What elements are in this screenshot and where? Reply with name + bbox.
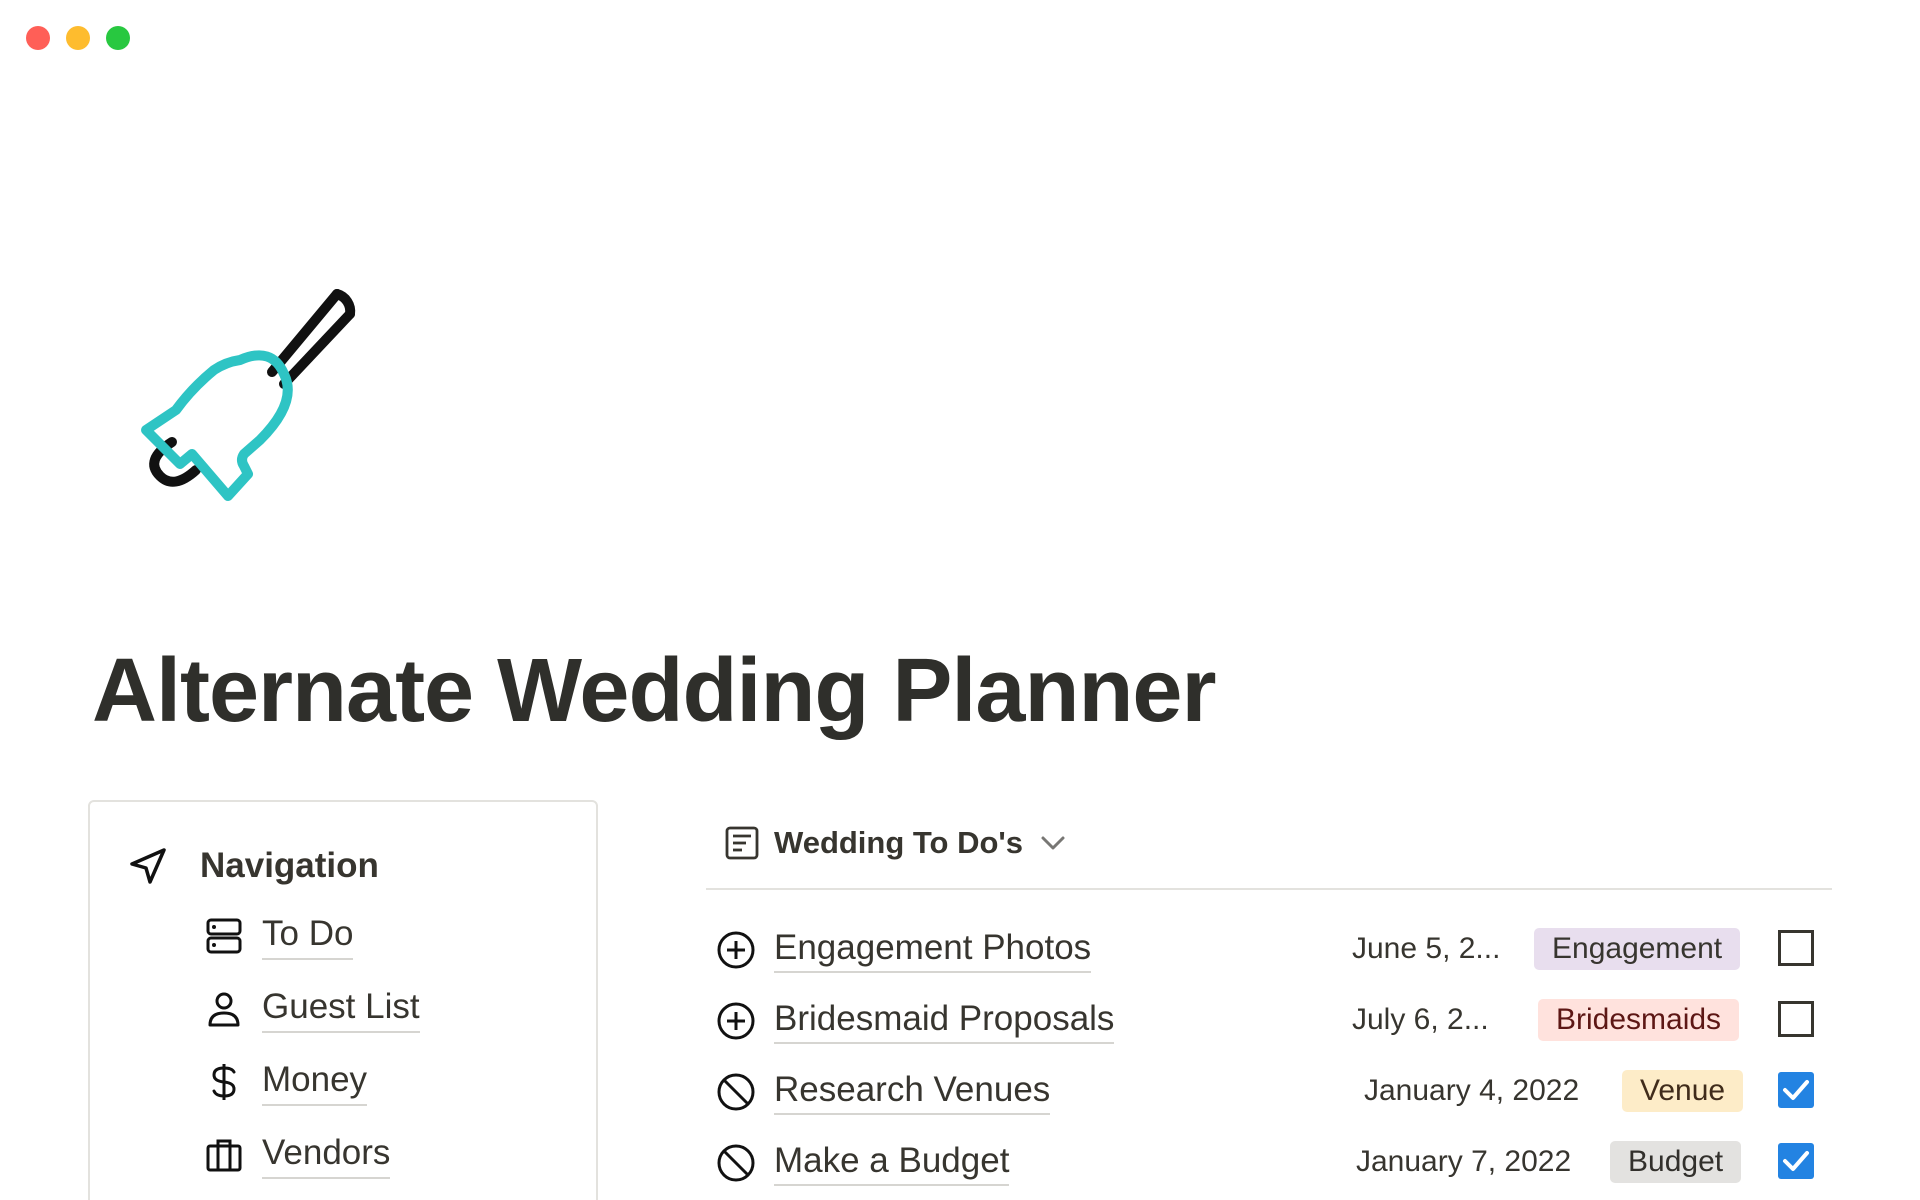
- server-icon: [202, 914, 246, 958]
- task-name[interactable]: Make a Budget: [774, 1139, 1010, 1186]
- table-row[interactable]: Bridesmaid Proposals July 6, 2... Brides…: [706, 991, 1832, 1051]
- plus-circle-icon: [717, 931, 755, 969]
- bell-icon[interactable]: [132, 262, 392, 522]
- window-controls: [26, 26, 130, 50]
- dollar-icon: [202, 1060, 246, 1104]
- checkmark-icon: [1783, 1151, 1809, 1171]
- chevron-down-icon[interactable]: [1037, 827, 1069, 859]
- prohibited-icon: [717, 1144, 755, 1182]
- category-tag: Bridesmaids: [1538, 999, 1740, 1041]
- page-title: Alternate Wedding Planner: [92, 641, 1217, 741]
- nav-item-label: Money: [262, 1058, 368, 1106]
- wedding-todo-database: Wedding To Do's Engagement Photos June 5…: [706, 820, 1832, 1186]
- nav-item-label: To Do: [262, 912, 354, 960]
- table-row[interactable]: Engagement Photos June 5, 2... Engagemen…: [706, 920, 1832, 980]
- database-view-selector[interactable]: Wedding To Do's: [706, 820, 1832, 866]
- done-checkbox[interactable]: [1778, 1143, 1814, 1179]
- plus-circle-icon: [717, 1002, 755, 1040]
- checkmark-icon: [1783, 1080, 1809, 1100]
- done-checkbox[interactable]: [1778, 1072, 1814, 1108]
- task-date: June 5, 2...: [1352, 932, 1501, 965]
- minimize-window-button[interactable]: [66, 26, 90, 50]
- prohibited-icon: [717, 1073, 755, 1111]
- done-checkbox[interactable]: [1778, 1001, 1814, 1037]
- navigation-title: Navigation: [200, 846, 379, 885]
- app-window: Alternate Wedding Planner Navigation To …: [0, 0, 1920, 1200]
- nav-item-to-do[interactable]: To Do: [202, 912, 354, 960]
- category-tag: Budget: [1610, 1141, 1742, 1183]
- task-date: January 7, 2022: [1356, 1145, 1572, 1178]
- briefcase-icon: [202, 1133, 246, 1177]
- database-divider: [706, 888, 1832, 890]
- list-view-icon: [725, 826, 759, 860]
- task-name[interactable]: Research Venues: [774, 1068, 1051, 1115]
- navigation-header: Navigation: [126, 844, 379, 888]
- category-tag: Venue: [1622, 1070, 1744, 1112]
- person-icon: [202, 987, 246, 1031]
- task-date: July 6, 2...: [1352, 1003, 1489, 1036]
- navigation-callout: Navigation To Do Guest List Money Vendor…: [88, 800, 598, 1200]
- table-row[interactable]: Research Venues January 4, 2022 Venue: [706, 1062, 1832, 1122]
- zoom-window-button[interactable]: [106, 26, 130, 50]
- category-tag: Engagement: [1534, 928, 1741, 970]
- close-window-button[interactable]: [26, 26, 50, 50]
- table-row[interactable]: Make a Budget January 7, 2022 Budget: [706, 1133, 1832, 1193]
- navigation-arrow-icon: [130, 848, 166, 884]
- done-checkbox[interactable]: [1778, 930, 1814, 966]
- task-date: January 4, 2022: [1364, 1074, 1580, 1107]
- nav-item-guest-list[interactable]: Guest List: [202, 985, 420, 1033]
- task-name[interactable]: Bridesmaid Proposals: [774, 997, 1115, 1044]
- database-title: Wedding To Do's: [774, 825, 1024, 860]
- task-name[interactable]: Engagement Photos: [774, 926, 1092, 973]
- nav-item-money[interactable]: Money: [202, 1058, 368, 1106]
- nav-item-vendors[interactable]: Vendors: [202, 1131, 391, 1179]
- nav-item-label: Guest List: [262, 985, 420, 1033]
- nav-item-label: Vendors: [262, 1131, 391, 1179]
